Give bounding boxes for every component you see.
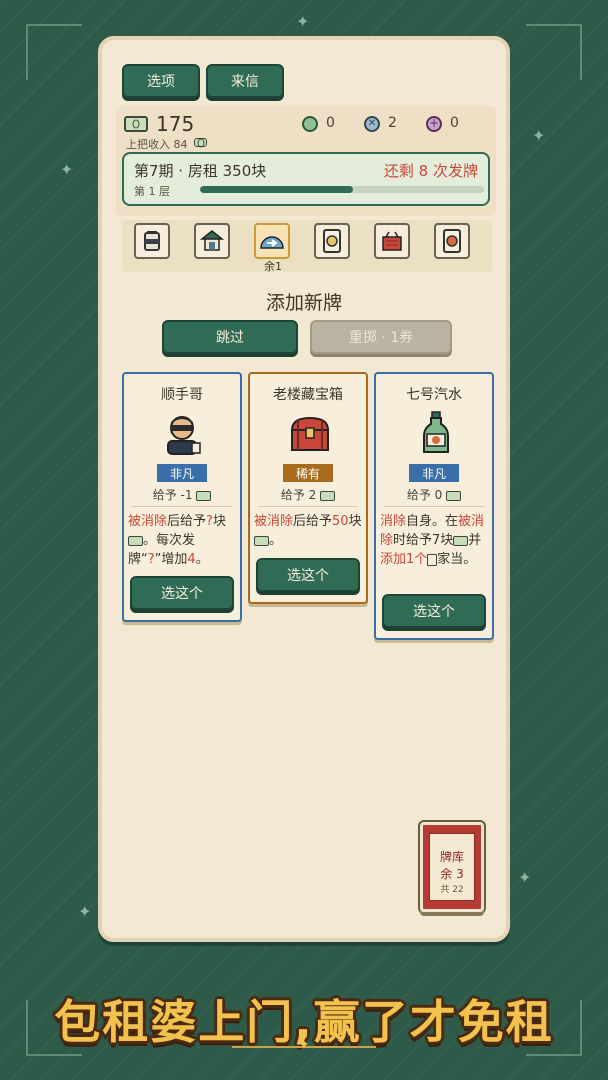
choice-card[interactable]: 七号汽水 非凡 给予 0 消除自身。在被消除时给予7块 并添加1个 家当。 选这个 [374,372,494,640]
blue-token-count: 2 [388,115,397,131]
sparkle-icon: ✦ [296,12,310,31]
purple-add-token-icon: + [426,116,442,132]
treasure-chest-icon [288,414,332,458]
choice-card[interactable]: 老楼藏宝箱 稀有 给予 2 被消除后给予50块。 选这个 [248,372,368,604]
divider [132,506,232,507]
money-icon [453,535,469,546]
sparkle-icon: ✦ [298,1037,310,1053]
options-button[interactable]: 选项 [122,64,200,98]
letters-button[interactable]: 来信 [206,64,284,98]
period-rent: 第7期 · 房租 350块 [134,162,267,180]
sparkle-icon: ✦ [532,126,546,145]
give-row: 给予 -1 [124,486,240,503]
period-progress [200,186,484,193]
money-icon [196,490,212,501]
section-title: 添加新牌 [265,292,342,314]
deck-total: 共 22 [440,885,464,895]
give-value: 给予 -1 [152,488,193,502]
purple-token-count: 0 [450,115,459,131]
period-progress-fill [200,186,354,193]
card-name: 七号汽水 [406,387,462,403]
blue-remove-token-icon: ✕ [364,116,380,132]
card-description: 被消除后给予?块。每次发牌“?”增加4。 [128,514,226,567]
give-value: 给予 0 [406,488,443,502]
deck-title: 牌库 [439,850,464,864]
green-token-icon [302,116,318,132]
remaining-deals: 还剩 8 次发牌 [383,162,478,180]
select-card-button[interactable]: 选这个 [130,576,234,610]
soda-bottle-icon [418,410,454,460]
floor-label: 第 1 层 [134,185,170,198]
reroll-button[interactable]: 重掷 · 1券 [310,320,452,354]
deck-label: 牌库 余 3 共 22 [429,833,475,901]
green-token-count: 0 [326,115,335,131]
dome-remaining: 余1 [264,260,282,273]
choice-card[interactable]: 顺手哥 非凡 给予 -1 被消除后给予?块。每次发牌“?”增加4。 选这个 [122,372,242,622]
card-7-icon[interactable] [434,223,470,259]
masked-thief-icon [162,412,206,460]
give-row: 给予 2 [250,486,366,503]
sparkle-icon: ✦ [518,868,532,887]
deck-remaining: 余 3 [440,867,464,881]
sparkle-icon: ✦ [78,902,92,921]
jar-icon[interactable] [134,223,170,259]
frame-corner [26,24,82,80]
give-row: 给予 0 [376,486,492,503]
select-card-button[interactable]: 选这个 [382,594,486,628]
relic-row: 余1 [122,220,492,273]
money-value: 175 [156,112,195,136]
status-panel: 175 上把收入 84 0 ✕ 2 + 0 第7期 · 房租 350块 还剩 8… [116,106,496,216]
skip-button[interactable]: 跳过 [162,320,298,354]
divider [258,506,358,507]
card-8-icon[interactable] [314,223,350,259]
money-icon [320,490,336,501]
game-panel: 选项 来信 175 上把收入 84 0 ✕ 2 + 0 第7期 · 房租 350… [98,36,510,942]
sparkle-icon: ✦ [60,160,74,179]
card-icon [427,553,438,566]
frame-corner [526,24,582,80]
give-value: 给予 2 [280,488,317,502]
card-name: 老楼藏宝箱 [273,387,343,403]
period-bar: 第7期 · 房租 350块 还剩 8 次发牌 第 1 层 [122,152,490,206]
last-income: 上把收入 84 [126,138,188,151]
house-icon[interactable] [194,223,230,259]
card-name: 顺手哥 [161,387,203,403]
rarity-badge: 非凡 [409,464,459,482]
money-icon [254,535,269,546]
money-icon [124,116,148,132]
money-icon [128,535,143,546]
rarity-badge: 稀有 [283,464,333,482]
rarity-badge: 非凡 [157,464,207,482]
card-description: 被消除后给予50块。 [254,514,362,548]
money-icon [194,138,207,147]
money-icon [446,490,462,501]
basket-icon[interactable] [374,223,410,259]
deck-pile[interactable]: 牌库 余 3 共 22 [420,822,484,912]
dome-arrow-icon[interactable] [254,223,290,259]
divider [384,506,484,507]
select-card-button[interactable]: 选这个 [256,558,360,592]
card-description: 消除自身。在被消除时给予7块 并添加1个 家当。 [380,514,485,567]
